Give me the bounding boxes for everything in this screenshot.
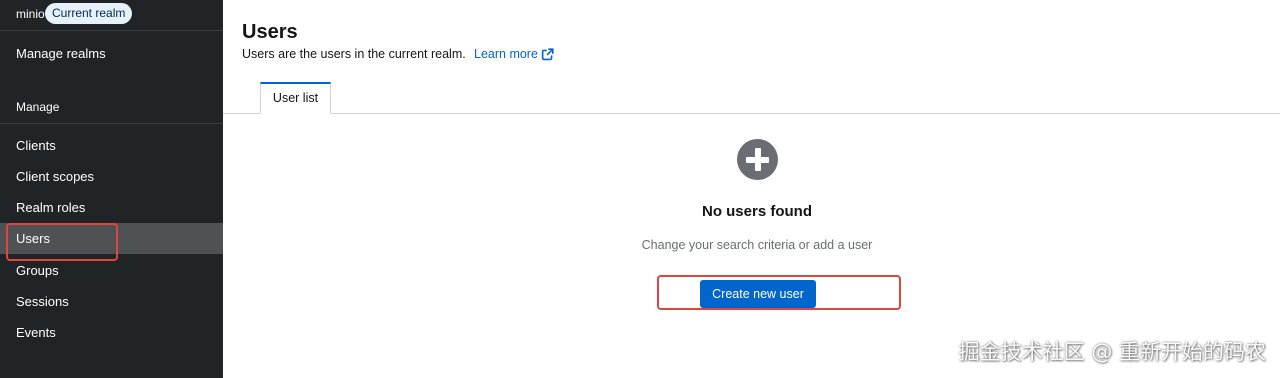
empty-state-body: Change your search criteria or add a use… — [641, 238, 873, 252]
tab-user-list[interactable]: User list — [260, 82, 331, 114]
tabs-border — [223, 113, 1280, 114]
watermark: 掘金技术社区 @ 重新开始的码农 — [958, 340, 1266, 364]
users-highlight-box — [6, 223, 118, 261]
create-user-highlight-box — [657, 275, 901, 310]
sidebar-item-sessions[interactable]: Sessions — [0, 286, 223, 317]
current-realm-badge: Current realm — [45, 3, 133, 24]
realm-selector[interactable]: minio Current realm — [0, 0, 223, 31]
plus-circle-icon — [737, 139, 778, 180]
external-link-icon — [541, 47, 554, 60]
sidebar-divider — [0, 123, 223, 124]
manage-realms-link[interactable]: Manage realms — [0, 38, 223, 69]
empty-state-title: No users found — [701, 203, 812, 220]
sidebar-item-events[interactable]: Events — [0, 317, 223, 348]
main-content: Users Users are the users in the current… — [223, 0, 1280, 378]
learn-more-link[interactable]: Learn more — [474, 47, 554, 61]
realm-name: minio — [16, 7, 45, 21]
page-description: Users are the users in the current realm… — [242, 47, 466, 61]
sidebar: minio Current realm Manage realms Manage… — [0, 0, 223, 378]
sidebar-section-manage: Manage — [16, 100, 60, 114]
sidebar-item-realm-roles[interactable]: Realm roles — [0, 192, 223, 223]
sidebar-item-clients[interactable]: Clients — [0, 130, 223, 161]
sidebar-item-client-scopes[interactable]: Client scopes — [0, 161, 223, 192]
learn-more-label: Learn more — [474, 47, 538, 61]
page-title: Users — [242, 21, 298, 43]
